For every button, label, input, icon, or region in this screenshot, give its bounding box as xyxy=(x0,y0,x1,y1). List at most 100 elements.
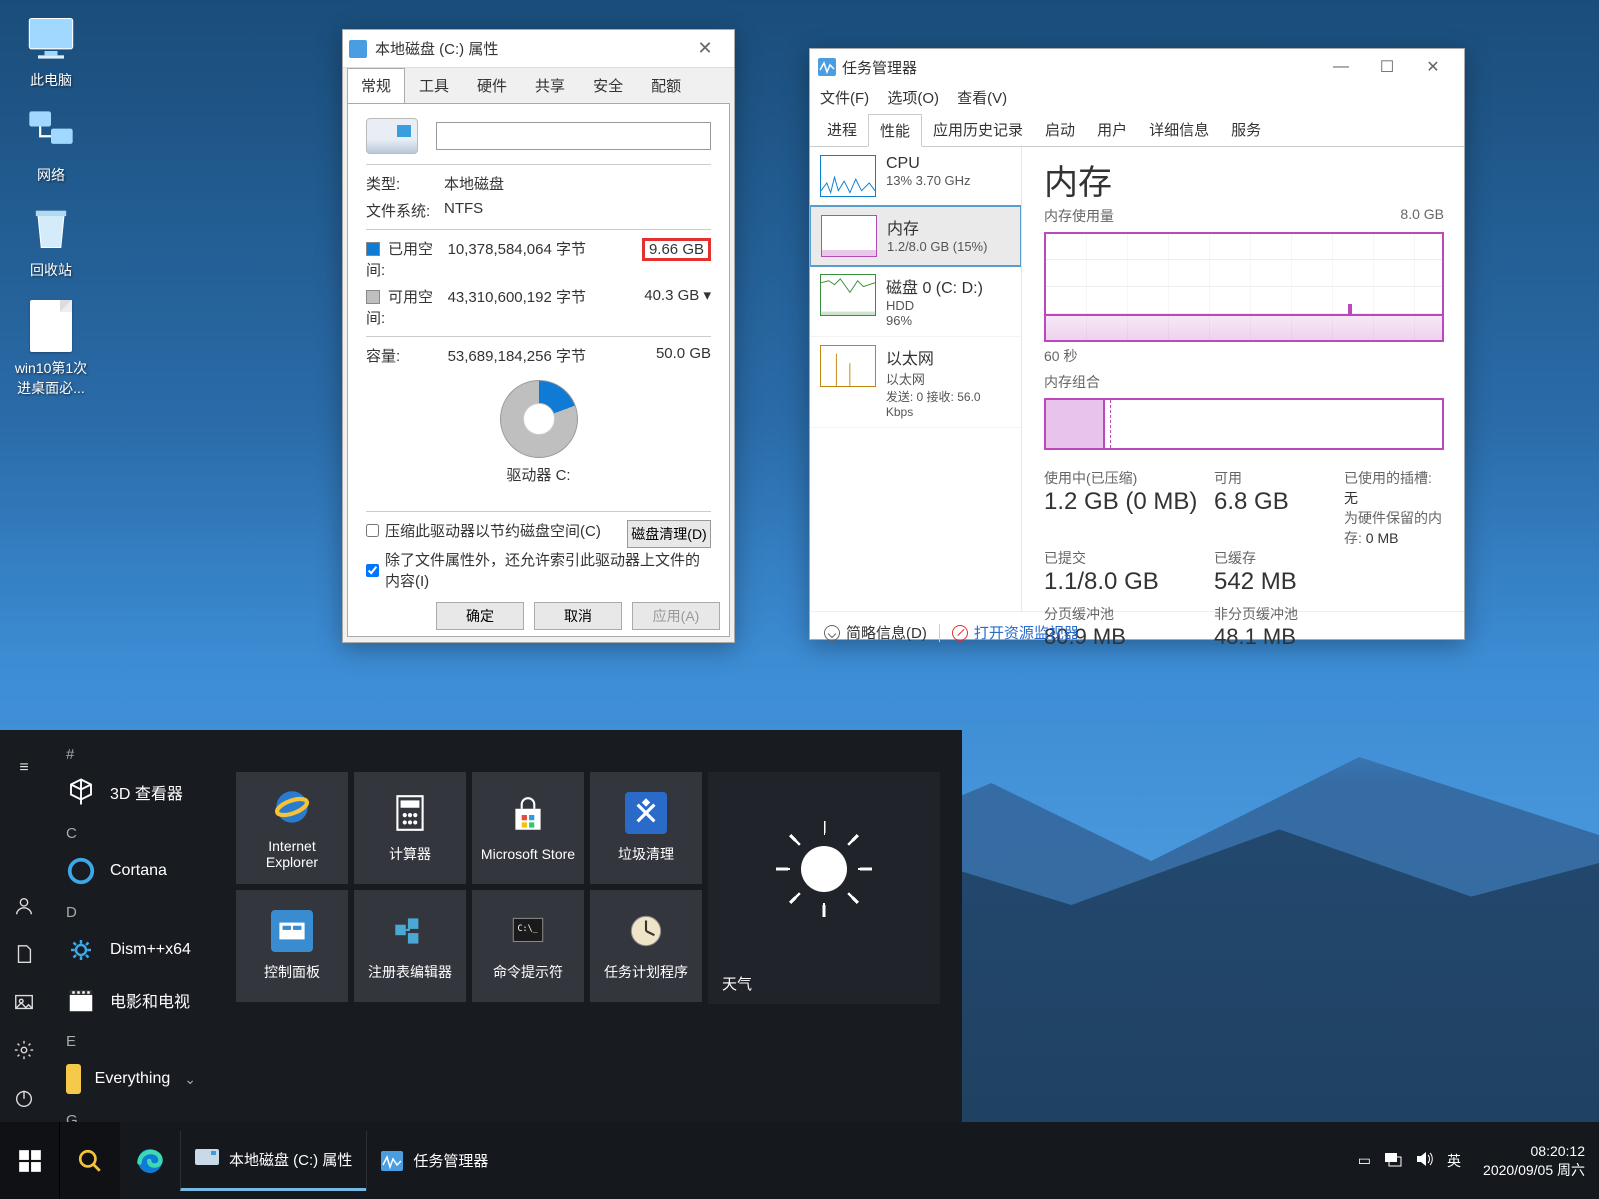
menu-options[interactable]: 选项(O) xyxy=(887,90,939,107)
cancel-button[interactable]: 取消 xyxy=(534,602,622,630)
cap-label: 容量: xyxy=(366,345,444,366)
disk-cleanup-button[interactable]: 磁盘清理(D) xyxy=(627,520,711,548)
app-movies[interactable]: 电影和电视 xyxy=(58,975,204,1025)
chevron-up-icon[interactable] xyxy=(824,625,840,641)
apply-button[interactable]: 应用(A) xyxy=(632,602,720,630)
tile-ie[interactable]: Internet Explorer xyxy=(236,772,348,884)
tab-security[interactable]: 安全 xyxy=(579,68,637,103)
edge-button[interactable] xyxy=(120,1122,180,1199)
tab-performance[interactable]: 性能 xyxy=(868,114,922,147)
tab-tools[interactable]: 工具 xyxy=(405,68,463,103)
search-button[interactable] xyxy=(60,1122,120,1199)
desktop-icon-label: 此电脑 xyxy=(4,70,98,90)
app-everything[interactable]: Everything⌄ xyxy=(58,1054,204,1104)
free-gb: 40.3 GB xyxy=(644,287,699,304)
app-cortana[interactable]: Cortana xyxy=(58,846,204,896)
chart-title: 内存 xyxy=(1044,155,1444,204)
tray-ime[interactable]: 英 xyxy=(1447,1151,1461,1171)
rail-documents-icon[interactable] xyxy=(0,930,48,978)
tab-hardware[interactable]: 硬件 xyxy=(463,68,521,103)
close-button[interactable]: ✕ xyxy=(1410,57,1456,77)
used-swatch xyxy=(366,242,380,256)
fs-value: NTFS xyxy=(444,200,483,221)
drive-label-input[interactable] xyxy=(436,122,711,150)
free-swatch xyxy=(366,290,380,304)
sidebar-item-disk[interactable]: 磁盘 0 (C: D:)HDD96% xyxy=(810,266,1021,337)
composition-label: 内存组合 xyxy=(1044,372,1444,392)
titlebar[interactable]: 任务管理器 — ☐ ✕ xyxy=(810,49,1464,85)
tab-startup[interactable]: 启动 xyxy=(1034,114,1086,146)
sidebar-item-cpu[interactable]: CPU13% 3.70 GHz xyxy=(810,147,1021,206)
window-title: 本地磁盘 (C:) 属性 xyxy=(375,38,682,59)
index-checkbox[interactable]: 除了文件属性外，还允许索引此驱动器上文件的内容(I) xyxy=(366,549,711,591)
stat-cached: 542 MB xyxy=(1214,568,1334,596)
rail-pictures-icon[interactable] xyxy=(0,978,48,1026)
rail-user-icon[interactable] xyxy=(0,882,48,930)
rail-settings-icon[interactable] xyxy=(0,1026,48,1074)
tray-network-icon[interactable] xyxy=(1383,1151,1403,1170)
tile-cmd[interactable]: C:\_命令提示符 xyxy=(472,890,584,1002)
rail-power-icon[interactable] xyxy=(0,1074,48,1122)
type-value: 本地磁盘 xyxy=(444,173,504,194)
tab-sharing[interactable]: 共享 xyxy=(521,68,579,103)
taskmgr-icon xyxy=(818,58,836,76)
tabs: 进程 性能 应用历史记录 启动 用户 详细信息 服务 xyxy=(810,114,1464,147)
stat-available: 6.8 GB xyxy=(1214,488,1334,516)
tab-users[interactable]: 用户 xyxy=(1086,114,1138,146)
stat-in-use: 1.2 GB (0 MB) xyxy=(1044,488,1204,516)
tray-notify-icon[interactable]: ▭ xyxy=(1358,1152,1371,1169)
tile-scheduler[interactable]: 任务计划程序 xyxy=(590,890,702,1002)
titlebar[interactable]: 本地磁盘 (C:) 属性 ✕ xyxy=(343,30,734,68)
drive-icon xyxy=(349,40,367,58)
tile-weather[interactable]: 天气 xyxy=(708,772,940,1004)
tab-general[interactable]: 常规 xyxy=(347,68,405,104)
tab-processes[interactable]: 进程 xyxy=(816,114,868,146)
desktop-icon-recyclebin[interactable]: 回收站 xyxy=(4,202,98,280)
window-task-manager: 任务管理器 — ☐ ✕ 文件(F) 选项(O) 查看(V) 进程 性能 应用历史… xyxy=(809,48,1465,640)
desktop-icon-label: 网络 xyxy=(4,165,98,185)
app-dism[interactable]: Dism++x64 xyxy=(58,925,204,975)
menu-file[interactable]: 文件(F) xyxy=(820,90,869,107)
stat-committed: 1.1/8.0 GB xyxy=(1044,568,1204,596)
start-menu: ≡ # 3D 查看器 C Cortana D Dism++x64 电影和电视 E… xyxy=(0,730,962,1122)
taskbar-task-properties[interactable]: 本地磁盘 (C:) 属性 xyxy=(180,1131,366,1191)
tab-services[interactable]: 服务 xyxy=(1220,114,1272,146)
sidebar-item-memory[interactable]: 内存1.2/8.0 GB (15%) xyxy=(810,205,1022,267)
tab-history[interactable]: 应用历史记录 xyxy=(922,114,1034,146)
start-button[interactable] xyxy=(0,1122,60,1199)
tile-regedit[interactable]: 注册表编辑器 xyxy=(354,890,466,1002)
taskbar-task-taskmgr[interactable]: 任务管理器 xyxy=(366,1131,502,1191)
chart-caption-right: 8.0 GB xyxy=(1400,206,1444,226)
tile-store[interactable]: Microsoft Store xyxy=(472,772,584,884)
sidebar-item-ethernet[interactable]: 以太网以太网发送: 0 接收: 56.0 Kbps xyxy=(810,337,1021,428)
drive-name: 驱动器 C: xyxy=(366,464,711,485)
fs-label: 文件系统: xyxy=(366,200,444,221)
app-list: # 3D 查看器 C Cortana D Dism++x64 电影和电视 E E… xyxy=(48,730,214,1122)
rail-menu-icon[interactable]: ≡ xyxy=(0,744,48,792)
desktop-icon-pc[interactable]: 此电脑 xyxy=(4,12,98,90)
svg-text:C:\_: C:\_ xyxy=(518,923,539,933)
open-resmon-link[interactable]: 打开资源监视器 xyxy=(974,622,1079,643)
maximize-button[interactable]: ☐ xyxy=(1364,57,1410,77)
memory-usage-chart xyxy=(1044,232,1444,342)
chart-caption-left: 内存使用量 xyxy=(1044,206,1114,226)
desktop-icon-network[interactable]: 网络 xyxy=(4,107,98,185)
tray-clock[interactable]: 08:20:12 2020/09/05 周六 xyxy=(1473,1142,1585,1180)
list-header-hash[interactable]: # xyxy=(58,738,204,767)
tile-calc[interactable]: 计算器 xyxy=(354,772,466,884)
stats-grid: 使用中(已压缩)1.2 GB (0 MB) 可用6.8 GB 已使用的插槽: 无… xyxy=(1044,468,1444,658)
tab-details[interactable]: 详细信息 xyxy=(1138,114,1220,146)
ok-button[interactable]: 确定 xyxy=(436,602,524,630)
menu-bar: 文件(F) 选项(O) 查看(V) xyxy=(810,85,1464,114)
desktop-icon-doc[interactable]: win10第1次 进桌面必... xyxy=(4,300,98,398)
drive-large-icon xyxy=(366,118,418,154)
brief-button[interactable]: 简略信息(D) xyxy=(846,622,927,643)
menu-view[interactable]: 查看(V) xyxy=(957,90,1007,107)
minimize-button[interactable]: — xyxy=(1318,58,1364,76)
tile-junk[interactable]: 垃圾清理 xyxy=(590,772,702,884)
close-button[interactable]: ✕ xyxy=(682,38,728,59)
tile-control-panel[interactable]: 控制面板 xyxy=(236,890,348,1002)
app-3d-viewer[interactable]: 3D 查看器 xyxy=(58,767,204,817)
tray-volume-icon[interactable] xyxy=(1415,1151,1435,1170)
tab-quota[interactable]: 配额 xyxy=(637,68,695,103)
